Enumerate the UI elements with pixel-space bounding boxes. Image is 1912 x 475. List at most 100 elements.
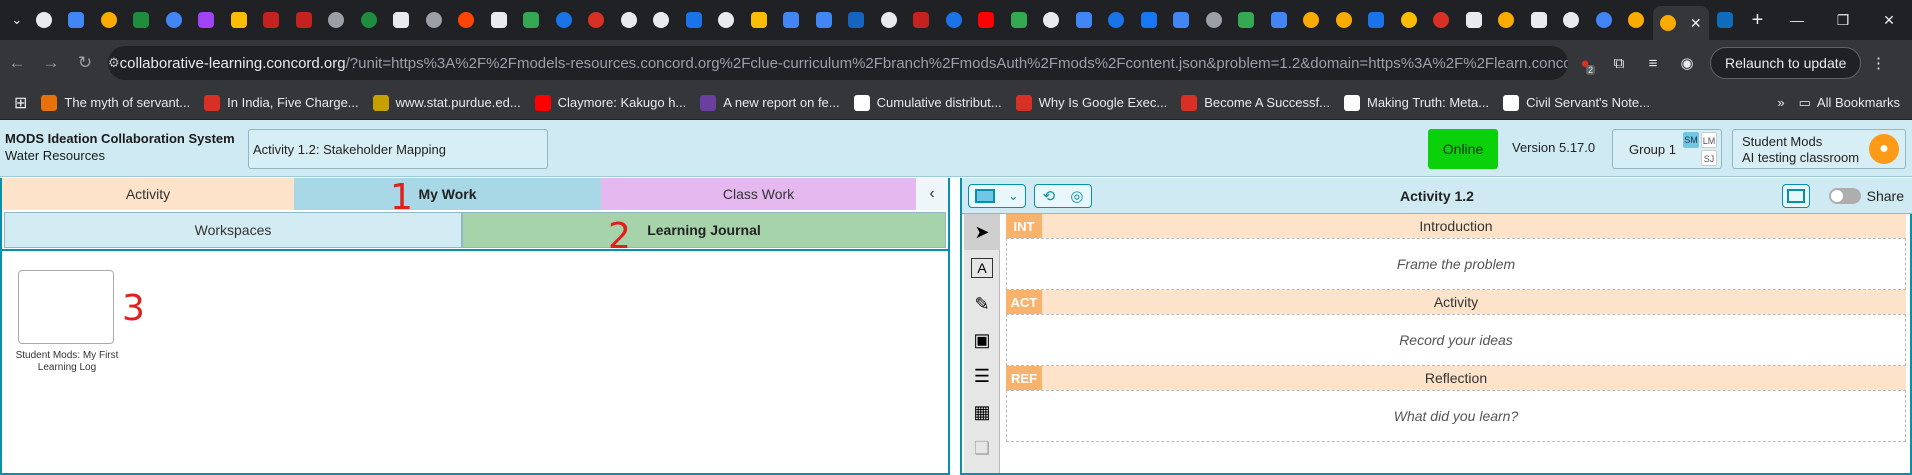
section-placeholder[interactable]: Record your ideas (1006, 314, 1906, 366)
tab-favicon[interactable] (1393, 0, 1426, 40)
tab-favicon[interactable] (678, 0, 711, 40)
tab-favicon[interactable] (125, 0, 158, 40)
reload-icon[interactable]: ↻ (68, 53, 102, 73)
document-icon[interactable]: ☰ (964, 358, 1000, 394)
tab-favicon[interactable] (1263, 0, 1296, 40)
bookmark-item[interactable]: Making Truth: Meta... (1343, 94, 1489, 111)
forward-icon[interactable]: → (34, 53, 68, 73)
subtab-learning-journal[interactable]: Learning Journal (462, 212, 946, 248)
close-window-icon[interactable]: ✕ (1866, 12, 1912, 29)
relaunch-button[interactable]: Relaunch to update (1710, 47, 1862, 79)
bookmark-item[interactable]: Become A Successf... (1181, 94, 1330, 111)
profile-avatar-icon[interactable]: ◉ (1670, 54, 1704, 72)
tab-my-work[interactable]: My Work (294, 178, 601, 210)
tab-favicon[interactable] (1328, 0, 1361, 40)
group-selector[interactable]: Group 1 SM LM SJ (1612, 129, 1722, 169)
tab-favicon[interactable] (1068, 0, 1101, 40)
tab-favicon[interactable] (515, 0, 548, 40)
tab-favicon[interactable] (1035, 0, 1068, 40)
bookmark-item[interactable]: www.stat.purdue.ed... (372, 94, 521, 111)
section-placeholder[interactable]: Frame the problem (1006, 238, 1906, 290)
tab-favicon[interactable] (1360, 0, 1393, 40)
tab-favicon[interactable] (1295, 0, 1328, 40)
tab-favicon[interactable] (158, 0, 191, 40)
tab-favicon[interactable] (710, 0, 743, 40)
tab-favicon[interactable] (905, 0, 938, 40)
tab-favicon[interactable] (483, 0, 516, 40)
tab-favicon[interactable] (418, 0, 451, 40)
share-toggle[interactable]: Share (1828, 188, 1904, 204)
tab-favicon[interactable] (1100, 0, 1133, 40)
tab-favicon[interactable] (743, 0, 776, 40)
group-member-badge[interactable]: LM (1701, 132, 1717, 148)
bookmark-item[interactable]: Claymore: Kakugo h... (534, 94, 686, 111)
new-tab-icon[interactable]: + (1741, 9, 1774, 32)
copy-icon[interactable]: ❏ (964, 430, 1000, 466)
tab-favicon[interactable] (1133, 0, 1166, 40)
tab-favicon[interactable] (613, 0, 646, 40)
tab-favicon[interactable] (775, 0, 808, 40)
tab-favicon[interactable] (1523, 0, 1556, 40)
tab-favicon[interactable] (548, 0, 581, 40)
tab-favicon[interactable] (1555, 0, 1588, 40)
toggle-switch[interactable] (1828, 188, 1861, 204)
pointer-icon[interactable]: ➤ (964, 214, 1000, 250)
tab-favicon[interactable] (1003, 0, 1036, 40)
bookmark-item[interactable]: The myth of servant... (41, 94, 190, 111)
tab-favicon[interactable] (1490, 0, 1523, 40)
tab-favicon[interactable] (873, 0, 906, 40)
tab-favicon[interactable] (1425, 0, 1458, 40)
bookmark-item[interactable]: Cumulative distribut... (853, 94, 1002, 111)
media-icon[interactable]: ≡ (1636, 55, 1670, 72)
menu-icon[interactable]: ⋮ (1861, 54, 1895, 72)
tab-search-icon[interactable]: ⌄ (6, 8, 28, 32)
back-icon[interactable]: ← (0, 53, 34, 73)
draw-icon[interactable]: ✎ (964, 286, 1000, 322)
tab-class-work[interactable]: Class Work (601, 178, 916, 210)
tab-favicon[interactable] (320, 0, 353, 40)
learning-log-thumbnail[interactable] (18, 270, 114, 344)
user-info[interactable]: Student Mods AI testing classroom ● (1732, 129, 1906, 169)
all-bookmarks[interactable]: ▭ All Bookmarks (1799, 95, 1900, 111)
group-member-badge[interactable]: SM (1683, 132, 1699, 148)
minimize-icon[interactable]: — (1774, 12, 1820, 29)
tab-favicon[interactable] (1620, 0, 1653, 40)
more-bookmarks-icon[interactable]: » (1777, 95, 1784, 110)
tab-favicon[interactable] (385, 0, 418, 40)
tab-favicon[interactable] (190, 0, 223, 40)
tab-favicon[interactable] (1198, 0, 1231, 40)
image-icon[interactable]: ▣ (964, 322, 1000, 358)
close-tab-icon[interactable]: ✕ (1690, 15, 1702, 32)
tab-favicon[interactable] (1458, 0, 1491, 40)
restore-icon[interactable]: ❐ (1820, 12, 1866, 29)
tab-favicon[interactable] (1230, 0, 1263, 40)
tab-favicon[interactable] (580, 0, 613, 40)
bookmark-item[interactable]: A new report on fe... (700, 94, 840, 111)
extensions-puzzle-icon[interactable]: ⧉ (1602, 55, 1636, 72)
tab-activity[interactable]: Activity (2, 178, 294, 210)
tab-favicon[interactable] (645, 0, 678, 40)
chevron-left-icon[interactable]: ‹ (916, 178, 948, 210)
tab-favicon[interactable] (1165, 0, 1198, 40)
tab-favicon[interactable] (93, 0, 126, 40)
tab-favicon[interactable] (288, 0, 321, 40)
extension-icon[interactable]: ● 2 (1568, 55, 1602, 75)
tab-favicon[interactable] (938, 0, 971, 40)
active-tab[interactable]: ✕ (1652, 6, 1709, 40)
tab-favicon[interactable] (28, 0, 61, 40)
site-info-icon[interactable]: ⚙ (108, 55, 120, 71)
table-icon[interactable]: ▦ (964, 394, 1000, 430)
tab-favicon[interactable] (450, 0, 483, 40)
bookmark-item[interactable]: Civil Servant's Note... (1503, 94, 1650, 111)
tab-favicon[interactable] (255, 0, 288, 40)
text-icon[interactable]: A (964, 250, 1000, 286)
address-bar[interactable]: ⚙ collaborative-learning.concord.org/?un… (108, 46, 1568, 80)
tab-favicon[interactable] (970, 0, 1003, 40)
tab-favicon[interactable] (1588, 0, 1621, 40)
section-placeholder[interactable]: What did you learn? (1006, 390, 1906, 442)
apps-icon[interactable]: ⊞ (14, 93, 27, 113)
bookmark-item[interactable]: Why Is Google Exec... (1015, 94, 1167, 111)
tab-favicon[interactable] (353, 0, 386, 40)
group-member-badge[interactable]: SJ (1701, 150, 1717, 166)
toggle-view-button[interactable] (1782, 184, 1810, 208)
